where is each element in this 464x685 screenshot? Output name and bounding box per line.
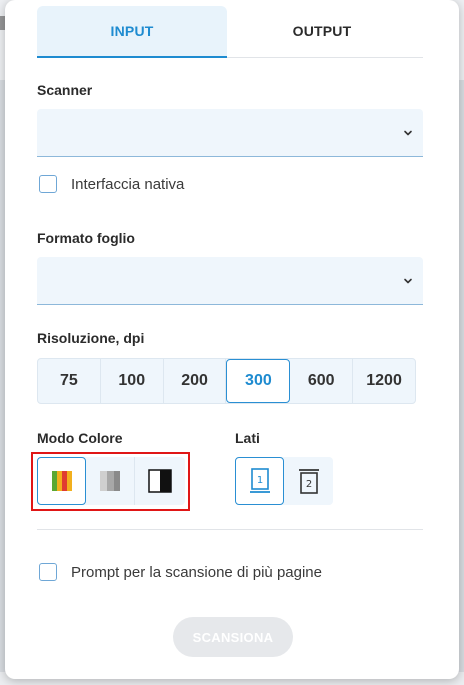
resolution-75-button[interactable]: 75 xyxy=(38,359,101,403)
resolution-1200-button[interactable]: 1200 xyxy=(353,359,415,403)
sides-single-button[interactable]: 1 xyxy=(235,457,284,505)
section-divider xyxy=(37,529,423,530)
chevron-down-icon xyxy=(404,130,412,135)
tab-input[interactable]: INPUT xyxy=(37,6,227,58)
multi-page-checkbox[interactable] xyxy=(39,563,57,581)
native-ui-option[interactable]: Interfaccia nativa xyxy=(39,175,184,193)
sides-label: Lati xyxy=(235,430,260,446)
resolution-200-button[interactable]: 200 xyxy=(164,359,227,403)
resolution-button-group: 75 100 200 300 600 1200 xyxy=(37,358,416,404)
native-ui-label: Interfaccia nativa xyxy=(71,175,185,193)
scanner-label: Scanner xyxy=(37,82,93,98)
double-side-icon: 2 xyxy=(298,469,319,494)
tab-output[interactable]: OUTPUT xyxy=(227,6,417,56)
scanner-select[interactable] xyxy=(37,109,423,157)
scan-button[interactable]: SCANSIONA xyxy=(173,617,293,657)
resolution-label: Risoluzione, dpi xyxy=(37,330,145,346)
tab-bar: INPUT OUTPUT xyxy=(37,6,423,58)
native-ui-checkbox[interactable] xyxy=(39,175,57,193)
double-side-number: 2 xyxy=(305,479,311,490)
single-side-number: 1 xyxy=(256,475,262,486)
multi-page-option[interactable]: Prompt per la scansione di più pagine xyxy=(39,563,322,581)
color-mode-highlight-box xyxy=(31,452,190,511)
paper-size-label: Formato foglio xyxy=(37,230,135,246)
multi-page-label: Prompt per la scansione di più pagine xyxy=(71,563,322,581)
resolution-300-button[interactable]: 300 xyxy=(226,359,291,403)
paper-size-select[interactable] xyxy=(37,257,423,305)
chevron-down-icon xyxy=(404,278,412,283)
resolution-100-button[interactable]: 100 xyxy=(101,359,164,403)
resolution-600-button[interactable]: 600 xyxy=(290,359,354,403)
single-side-icon: 1 xyxy=(249,468,270,493)
color-mode-label: Modo Colore xyxy=(37,430,123,446)
sides-double-button[interactable]: 2 xyxy=(284,457,333,505)
scan-settings-panel: INPUT OUTPUT Scanner Interfaccia nativa … xyxy=(5,0,459,679)
sides-button-group: 1 2 xyxy=(235,457,333,505)
